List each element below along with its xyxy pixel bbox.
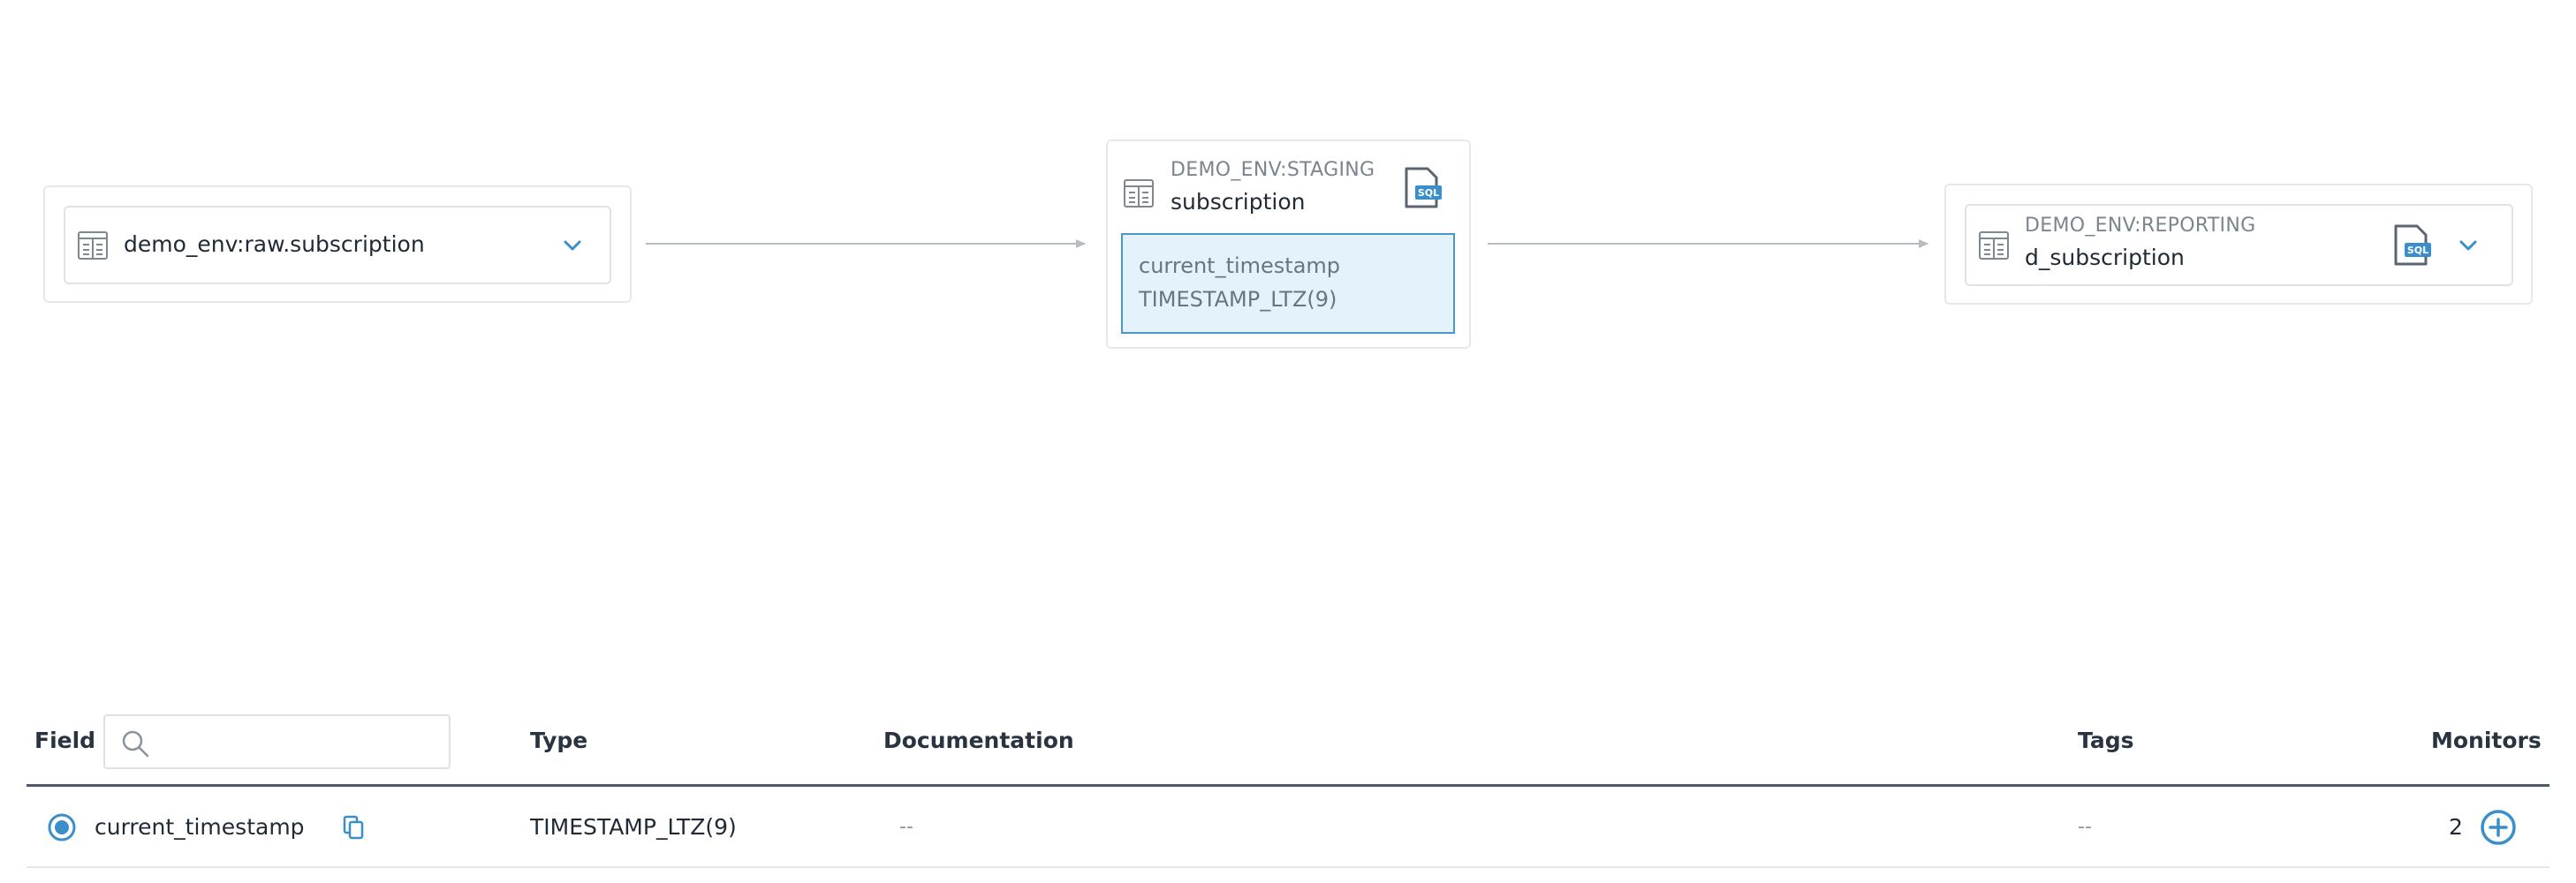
header-tags[interactable]: Tags — [2078, 728, 2133, 753]
lineage-field-chip[interactable]: current_timestamp TIMESTAMP_LTZ(9) — [1121, 233, 1455, 334]
downstream-node[interactable]: DEMO_ENV:REPORTING d_subscription SQL — [1944, 184, 2533, 305]
downstream-database-label: DEMO_ENV:REPORTING — [2025, 215, 2256, 237]
table-icon — [78, 231, 108, 260]
search-icon — [122, 730, 149, 758]
table-row-divider — [27, 866, 2549, 868]
lineage-field-name: current_timestamp — [1139, 253, 1341, 278]
header-documentation[interactable]: Documentation — [883, 728, 1074, 753]
row-tags[interactable]: -- — [2078, 816, 2092, 838]
lineage-edges — [646, 239, 1928, 248]
add-monitor-icon[interactable] — [2479, 808, 2518, 847]
lineage-graph: demo_env:raw.subscription DEMO_ENV:STAGI… — [0, 0, 2576, 698]
table-icon — [1124, 179, 1154, 208]
svg-text:SQL: SQL — [1418, 187, 1439, 199]
table-icon — [1979, 231, 2009, 260]
current-database-label: DEMO_ENV:STAGING — [1171, 159, 1375, 181]
row-type: TIMESTAMP_LTZ(9) — [530, 814, 737, 840]
chevron-down-icon[interactable] — [2455, 232, 2481, 259]
downstream-node-card[interactable]: DEMO_ENV:REPORTING d_subscription SQL — [1965, 204, 2513, 286]
chevron-down-icon[interactable] — [559, 232, 586, 259]
header-field[interactable]: Field — [34, 728, 95, 753]
copy-icon[interactable] — [341, 814, 367, 841]
field-search-box[interactable] — [103, 714, 451, 769]
header-type[interactable]: Type — [530, 728, 587, 753]
svg-text:SQL: SQL — [2407, 245, 2428, 256]
upstream-node-card[interactable]: demo_env:raw.subscription — [64, 206, 611, 284]
current-table-name: subscription — [1171, 189, 1306, 215]
sql-file-icon[interactable]: SQL — [1403, 166, 1443, 210]
upstream-table-name: demo_env:raw.subscription — [124, 231, 425, 257]
header-monitors[interactable]: Monitors — [2431, 728, 2542, 753]
lineage-field-type: TIMESTAMP_LTZ(9) — [1139, 287, 1337, 312]
radio-selected-icon[interactable] — [47, 812, 77, 842]
row-field-name: current_timestamp — [95, 814, 305, 840]
fields-table: Field Type Documentation Tags Monitors c… — [27, 706, 2549, 883]
downstream-table-name: d_subscription — [2025, 245, 2185, 270]
row-documentation[interactable]: -- — [899, 816, 913, 838]
row-monitors-count: 2 — [2449, 814, 2463, 840]
sql-file-icon[interactable]: SQL — [2392, 223, 2433, 268]
table-row[interactable]: current_timestamp TIMESTAMP_LTZ(9) -- --… — [27, 787, 2549, 866]
upstream-node[interactable]: demo_env:raw.subscription — [43, 185, 632, 303]
field-search-input[interactable] — [163, 729, 432, 754]
